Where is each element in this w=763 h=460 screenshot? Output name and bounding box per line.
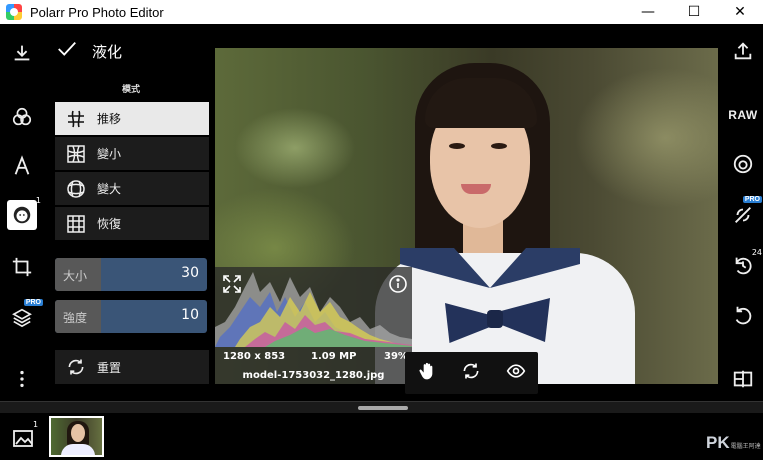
compare-split-icon[interactable] xyxy=(730,366,756,392)
app-logo-icon xyxy=(6,4,22,20)
watermark-sub: 電腦王阿達 xyxy=(730,443,761,450)
strength-slider[interactable]: 強度 10 xyxy=(55,300,207,333)
panel-divider[interactable] xyxy=(0,401,763,413)
checkmark-icon[interactable] xyxy=(56,38,78,64)
color-filter-icon[interactable] xyxy=(7,102,37,132)
size-slider-label: 大小 xyxy=(63,269,88,283)
minimize-button[interactable]: — xyxy=(625,0,671,24)
history-icon[interactable]: 24 xyxy=(730,248,762,278)
mode-enlarge-label: 變大 xyxy=(97,182,122,196)
mode-shrink-label: 變小 xyxy=(97,147,122,161)
mask-pro-badge: PRO xyxy=(742,196,762,203)
strength-slider-label: 強度 xyxy=(63,311,88,325)
editor-canvas[interactable]: 1280 x 853 1.09 MP 39% model-1753032_128… xyxy=(214,24,722,400)
eye-preview-icon[interactable] xyxy=(506,361,526,385)
undo-icon[interactable] xyxy=(730,302,756,328)
mask-brush-icon[interactable]: PRO xyxy=(730,196,762,228)
left-toolbar: 1 PRO xyxy=(0,24,44,400)
panel-title: 液化 xyxy=(92,42,123,61)
size-slider[interactable]: 大小 30 xyxy=(55,258,207,291)
info-icon[interactable] xyxy=(389,275,407,293)
mode-label: 模式 xyxy=(122,85,141,95)
watermark-main: PK xyxy=(706,433,730,452)
canvas-toolbar xyxy=(405,352,538,394)
grid-shrink-icon xyxy=(65,143,87,165)
histogram-panel: 1280 x 853 1.09 MP 39% model-1753032_128… xyxy=(215,267,412,384)
reset-label: 重置 xyxy=(97,360,122,375)
history-count-badge: 24 xyxy=(751,248,762,257)
hand-tool-icon[interactable] xyxy=(417,361,437,385)
grid-enlarge-icon xyxy=(65,178,87,200)
mode-restore[interactable]: 恢復 xyxy=(55,207,209,240)
refresh-icon[interactable] xyxy=(461,361,481,385)
image-megapixels: 1.09 MP xyxy=(311,351,357,362)
grid-push-icon xyxy=(65,108,87,130)
size-slider-value: 30 xyxy=(181,265,199,281)
photo-thumbnail[interactable] xyxy=(49,416,104,457)
mode-restore-label: 恢復 xyxy=(97,217,122,231)
reset-button[interactable]: 重置 xyxy=(55,350,209,384)
raw-button[interactable]: RAW xyxy=(728,102,757,128)
face-tool-icon[interactable]: 1 xyxy=(7,196,41,230)
reset-icon xyxy=(65,356,87,378)
right-toolbar: RAW PRO 24 xyxy=(722,24,763,400)
text-tool-icon[interactable] xyxy=(7,151,37,181)
filmstrip: 1 PK 電腦王阿達 xyxy=(0,413,763,460)
image-filename: model-1753032_1280.jpg xyxy=(242,370,385,381)
mode-push[interactable]: 推移 xyxy=(55,102,209,135)
expand-icon[interactable] xyxy=(223,275,241,293)
mode-shrink[interactable]: 變小 xyxy=(55,137,209,170)
spiral-icon[interactable] xyxy=(730,151,756,177)
image-resolution: 1280 x 853 xyxy=(223,351,286,362)
grid-restore-icon xyxy=(65,213,87,235)
resize-handle[interactable] xyxy=(358,406,408,410)
layers-pro-badge: PRO xyxy=(23,299,43,306)
layers-icon[interactable]: PRO xyxy=(7,299,43,332)
mode-enlarge[interactable]: 變大 xyxy=(55,172,209,205)
gallery-count-badge: 1 xyxy=(33,420,39,429)
face-tool-badge: 1 xyxy=(35,196,41,205)
maximize-button[interactable]: ☐ xyxy=(671,0,717,24)
watermark-logo: PK 電腦王阿達 xyxy=(706,433,761,453)
more-options-icon[interactable] xyxy=(7,364,37,394)
histogram-graph xyxy=(215,272,412,347)
gallery-icon[interactable] xyxy=(12,427,34,449)
download-icon[interactable] xyxy=(7,38,37,68)
mode-push-label: 推移 xyxy=(97,112,122,126)
export-icon[interactable] xyxy=(730,38,756,64)
strength-slider-value: 10 xyxy=(181,307,199,323)
liquify-panel: 液化 模式 推移 變小 變大 恢復 大小 30 強度 10 重置 xyxy=(44,24,214,400)
window-title: Polarr Pro Photo Editor xyxy=(30,4,164,20)
crop-icon[interactable] xyxy=(7,252,37,282)
close-button[interactable]: ✕ xyxy=(717,0,763,24)
title-bar: Polarr Pro Photo Editor — ☐ ✕ xyxy=(0,0,763,24)
